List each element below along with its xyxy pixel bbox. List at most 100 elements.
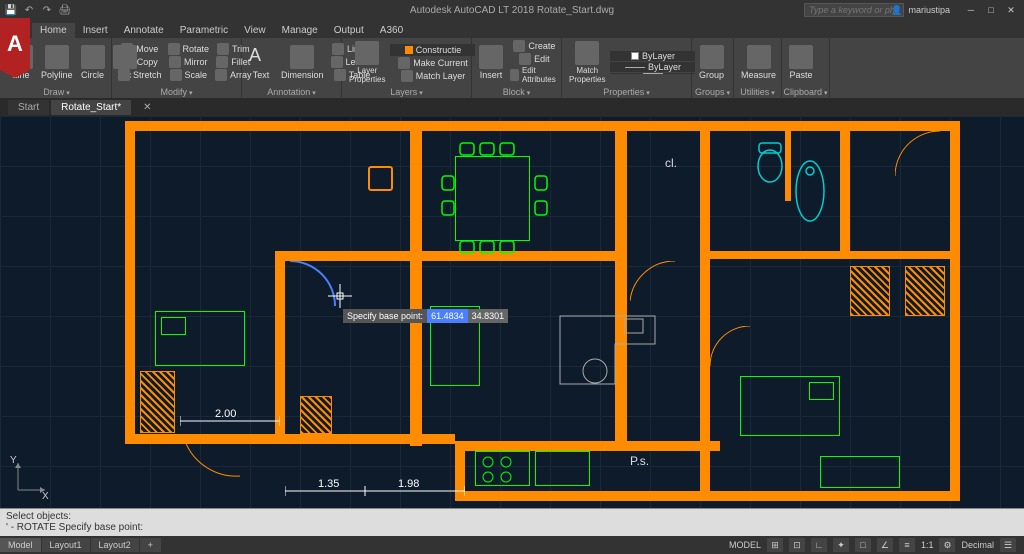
drawing-canvas[interactable]: 2.00 1.35 1.98 cl. P.s. Specify base poi… [0, 116, 1024, 508]
workspace-icon[interactable]: ☰ [1000, 538, 1016, 552]
ortho-toggle-icon[interactable]: ∟ [811, 538, 827, 552]
tab-output[interactable]: Output [326, 23, 372, 38]
tab-home[interactable]: Home [32, 23, 75, 38]
panel-modify: Move Copy Stretch Rotate Mirror Scale Tr… [112, 38, 242, 98]
pillow [809, 382, 834, 400]
match-layer-button[interactable]: Match Layer [390, 70, 475, 82]
tab-insert[interactable]: Insert [75, 23, 116, 38]
dimension-button[interactable]: Dimension [278, 40, 327, 84]
panel-title-clipboard[interactable]: Clipboard [782, 87, 829, 97]
text-button[interactable]: AText [246, 40, 276, 84]
polyline-button[interactable]: Polyline [38, 40, 76, 84]
create-button[interactable]: Create [508, 40, 561, 52]
panel-title-properties[interactable]: Properties [562, 87, 691, 97]
move-button[interactable]: Move [116, 43, 164, 55]
panel-title-modify[interactable]: Modify [112, 87, 241, 97]
panel-title-annotation[interactable]: Annotation [242, 87, 341, 97]
layout-tab-model[interactable]: Model [0, 538, 41, 552]
scale-button[interactable]: Scale [166, 69, 212, 81]
hatch [300, 396, 332, 434]
search-input[interactable] [804, 3, 904, 17]
tab-annotate[interactable]: Annotate [116, 23, 172, 38]
coordinate-tooltip: Specify base point: 61.4834 34.8301 [343, 309, 508, 323]
otrack-toggle-icon[interactable]: ∠ [877, 538, 893, 552]
filetab-start[interactable]: Start [8, 100, 49, 115]
user-icon[interactable]: 👤 [891, 5, 902, 16]
scale-indicator[interactable]: 1:1 [921, 540, 934, 550]
maximize-icon[interactable]: □ [982, 4, 1000, 16]
panel-clipboard: Paste Clipboard [782, 38, 830, 98]
close-icon[interactable]: ✕ [1002, 4, 1020, 16]
statusbar: Model Layout1 Layout2 + MODEL ⊞ ⊡ ∟ ✦ □ … [0, 536, 1024, 554]
match-properties-button[interactable]: Match Properties [566, 40, 608, 85]
units-indicator[interactable]: Decimal [961, 540, 994, 550]
edit-button[interactable]: Edit [508, 53, 561, 65]
layout-tab-2[interactable]: Layout2 [91, 538, 139, 552]
annotation-scale-icon[interactable]: ⚙ [939, 538, 955, 552]
create-icon [513, 40, 525, 52]
undo-icon[interactable]: ↶ [22, 3, 36, 17]
paste-button[interactable]: Paste [786, 40, 816, 84]
column [368, 166, 393, 191]
titlebar: 💾 ↶ ↷ 🖨 Autodesk AutoCAD LT 2018 Rotate_… [0, 0, 1024, 20]
panel-title-layers[interactable]: Layers [342, 87, 471, 97]
panel-properties: Match Properties ByLayer ByLayer Propert… [562, 38, 692, 98]
tab-view[interactable]: View [236, 23, 274, 38]
edit-attributes-button[interactable]: Edit Attributes [508, 66, 561, 84]
print-icon[interactable]: 🖨 [58, 3, 72, 17]
wall [125, 121, 135, 441]
panel-title-groups[interactable]: Groups [692, 87, 733, 97]
make-current-button[interactable]: Make Current [390, 57, 475, 69]
redo-icon[interactable]: ↷ [40, 3, 54, 17]
panel-block: Insert Create Edit Edit Attributes Block [472, 38, 562, 98]
app-logo[interactable]: A [0, 18, 30, 70]
lineweight-toggle-icon[interactable]: ≡ [899, 538, 915, 552]
fillet-icon [216, 56, 228, 68]
new-tab-button[interactable]: ✕ [133, 100, 161, 115]
grid-toggle-icon[interactable]: ⊞ [767, 538, 783, 552]
layer-dropdown[interactable]: Constructie [390, 44, 475, 56]
wall [700, 251, 955, 259]
mirror-button[interactable]: Mirror [166, 56, 212, 68]
osnap-toggle-icon[interactable]: □ [855, 538, 871, 552]
tab-a360[interactable]: A360 [372, 23, 411, 38]
tab-parametric[interactable]: Parametric [172, 23, 236, 38]
wall [615, 121, 627, 451]
door-arc [710, 326, 755, 371]
command-line[interactable]: Select objects: ' - ROTATE Specify base … [0, 508, 1024, 536]
wall [125, 434, 455, 444]
array-icon [215, 69, 227, 81]
filetab-rotate-start[interactable]: Rotate_Start* [51, 100, 131, 115]
layout-tab-1[interactable]: Layout1 [42, 538, 90, 552]
ribbon-tabs: Home Insert Annotate Parametric View Man… [0, 20, 1024, 38]
copy-button[interactable]: Copy [116, 56, 164, 68]
wall [700, 121, 710, 501]
make-current-icon [398, 57, 410, 69]
mode-indicator[interactable]: MODEL [729, 540, 761, 550]
color-dropdown[interactable]: ByLayer [610, 51, 695, 61]
cursor-crosshair [328, 284, 352, 308]
paste-icon [789, 45, 813, 69]
stretch-button[interactable]: Stretch [116, 69, 164, 81]
rotate-button[interactable]: Rotate [166, 43, 212, 55]
bathroom-fixtures [755, 141, 835, 231]
linetype-dropdown[interactable] [610, 73, 695, 74]
save-icon[interactable]: 💾 [4, 3, 18, 17]
panel-title-draw[interactable]: Draw [2, 87, 111, 97]
lineweight-dropdown[interactable]: ByLayer [610, 62, 695, 72]
circle-button[interactable]: Circle [78, 40, 108, 84]
ribbon: Line Polyline Circle Arc Draw Move Copy … [0, 38, 1024, 98]
linetype-icon [643, 73, 663, 74]
layout-add-button[interactable]: + [140, 538, 161, 552]
panel-title-utilities[interactable]: Utilities [734, 87, 781, 97]
measure-button[interactable]: Measure [738, 40, 779, 84]
layer-properties-button[interactable]: Layer Properties [346, 40, 388, 85]
polar-toggle-icon[interactable]: ✦ [833, 538, 849, 552]
snap-toggle-icon[interactable]: ⊡ [789, 538, 805, 552]
minimize-icon[interactable]: ─ [962, 4, 980, 16]
group-button[interactable]: Group [696, 40, 727, 84]
tab-manage[interactable]: Manage [274, 23, 326, 38]
insert-button[interactable]: Insert [476, 40, 506, 84]
panel-title-block[interactable]: Block [472, 87, 561, 97]
tooltip-x: 61.4834 [427, 309, 468, 323]
